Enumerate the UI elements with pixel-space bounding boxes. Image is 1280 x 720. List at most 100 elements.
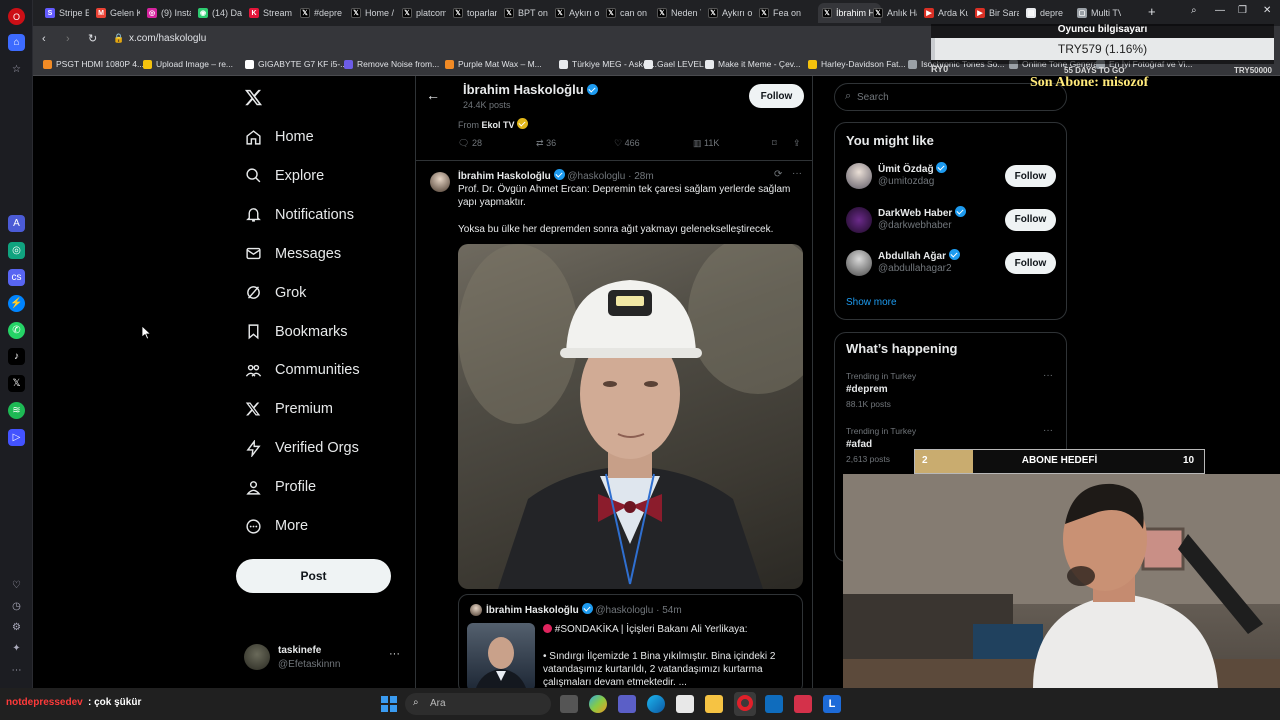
tiktok-icon[interactable]: ♪ [8,348,25,365]
back-arrow-icon[interactable]: ← [426,87,440,103]
aria-icon[interactable]: A [8,215,25,232]
views-button[interactable]: ▥ 11K [693,138,719,149]
follow-button[interactable]: Follow [1005,252,1056,274]
nav-item-notifications[interactable]: Notifications [244,202,354,228]
search-icon[interactable]: ⌕ [1191,5,1197,16]
search-input[interactable]: Search [857,92,889,103]
browser-tab[interactable]: ▢ Multi TV [1073,3,1121,23]
store-icon[interactable] [676,695,694,713]
opera-logo-icon[interactable]: O [8,8,25,25]
bookmark-item[interactable]: GIGABYTE G7 KF i5-... [245,59,347,69]
x-logo-icon[interactable] [244,88,263,107]
restore-icon[interactable]: ❐ [1238,5,1247,16]
heart-icon[interactable]: ♡ [8,577,25,594]
browser-tab[interactable]: ▶ Arda Ku [920,3,968,23]
close-icon[interactable]: ✕ [1263,5,1271,16]
bookmark-item[interactable]: Remove Noise from... [344,59,439,69]
author-avatar[interactable] [430,172,450,192]
back-icon[interactable]: ‹ [42,33,46,45]
browser-tab[interactable]: ◉ (14) Da [194,3,242,23]
browser-tab[interactable]: 𝕏 Aykırı or [704,3,752,23]
more-icon[interactable]: ⋯ [8,662,25,679]
trend-more-icon[interactable]: ··· [1043,425,1053,436]
nav-item-messages[interactable]: Messages [244,241,341,267]
trend-more-icon[interactable]: ··· [1043,370,1053,381]
trend-tag[interactable]: #afad [846,439,872,450]
browser-tab[interactable]: S Stripe E [41,3,89,23]
browser-tab[interactable]: 𝕏 Aykırı or [551,3,599,23]
reply-button[interactable]: 🗨 28 [458,138,482,149]
follow-button[interactable]: Follow [749,84,804,108]
browser-tab[interactable]: K Stream [245,3,293,23]
browser-tab[interactable]: ▶ Bir Sara [971,3,1019,23]
browser-tab[interactable]: 𝕏can on [602,3,650,23]
edge-icon[interactable] [647,695,665,713]
avatar[interactable] [846,206,872,233]
bookmark-item[interactable]: PSGT HDMI 1080P 4... [43,59,144,69]
browser-tab[interactable]: M Gelen K [92,3,140,23]
app-icon[interactable] [794,695,812,713]
follow-button[interactable]: Follow [1005,165,1056,187]
nav-item-grok[interactable]: Grok [244,280,306,306]
history-icon[interactable]: ◷ [8,598,25,615]
new-tab-button[interactable]: + [1148,4,1156,19]
taskbar-search-input[interactable]: Ara [430,698,446,709]
browser-tab[interactable]: 𝕏 Anlık Ha [869,3,917,23]
minimize-icon[interactable]: — [1215,5,1225,16]
browser-tab[interactable]: 𝕏toparlan [449,3,497,23]
nav-item-bookmarks[interactable]: Bookmarks [244,319,348,345]
opera-taskbar-button[interactable] [734,692,756,716]
teams-icon[interactable] [618,695,636,713]
bookmark-item[interactable]: Türkiye MEG - Asker... [559,59,657,69]
whatsapp-icon[interactable]: ✆ [8,322,25,339]
nav-item-verified-orgs[interactable]: Verified Orgs [244,435,359,461]
browser-tab[interactable]: 𝕏 Neden T [653,3,701,23]
account-more-icon[interactable]: ··· [389,648,400,660]
bookmark-item[interactable]: Gael LEVEL [644,59,704,69]
show-more-link[interactable]: Show more [846,297,897,308]
file-explorer-icon[interactable] [705,695,723,713]
star-icon[interactable]: ☆ [8,61,25,78]
lightbulb-icon[interactable]: ✦ [8,640,25,657]
taskbar-search[interactable]: ⌕ Ara [405,693,551,715]
bookmark-item[interactable]: Purple Mat Wax – M... [445,59,542,69]
quoted-post[interactable]: İbrahim Haskoloğlu @haskologlu · 54m #SO… [458,594,803,694]
post-more-icon[interactable]: ··· [792,168,802,179]
forward-icon[interactable]: › [66,33,70,45]
like-button[interactable]: ♡ 466 [614,138,640,149]
windows-start-icon[interactable] [381,696,397,712]
grok-icon[interactable]: ⟳ [774,169,782,180]
nav-item-communities[interactable]: Communities [244,357,360,383]
browser-tab[interactable]: ▤ depre [1022,3,1070,23]
reload-icon[interactable]: ↻ [88,32,97,45]
avatar[interactable] [846,250,872,276]
chatgpt-icon[interactable]: ◎ [8,242,25,259]
browser-tab[interactable]: 𝕏platcom [398,3,446,23]
task-view-icon[interactable] [560,695,578,713]
repost-button[interactable]: ⇄ 36 [536,138,556,149]
post-image[interactable] [458,244,803,589]
spotify-icon[interactable]: ≋ [8,402,25,419]
url-field[interactable]: x.com/haskologlu [129,33,206,44]
trend-tag[interactable]: #deprem [846,384,888,395]
browser-tab[interactable]: 𝕏 Fea on [755,3,803,23]
bookmark-item[interactable]: Make it Meme - Çev... [705,59,801,69]
browser-tab[interactable]: 𝕏 #depre [296,3,344,23]
home-icon[interactable]: ⌂ [8,34,25,51]
account-switcher[interactable]: taskinefe @Efetaskinnn ··· [244,644,409,674]
bookmark-item[interactable]: Harley-Davidson Fat... [808,59,906,69]
outlook-icon[interactable] [765,695,783,713]
x-icon[interactable]: 𝕏 [8,375,25,392]
follow-button[interactable]: Follow [1005,208,1056,231]
copilot-icon[interactable] [589,695,607,713]
browser-tab[interactable]: 𝕏 BPT on [500,3,548,23]
bookmark-button[interactable]: ⌑ [772,138,777,149]
nav-item-explore[interactable]: Explore [244,163,324,189]
lock-icon[interactable]: 🔒 [113,33,124,44]
bookmark-item[interactable]: Upload Image – re... [143,59,233,69]
chatsonic-icon[interactable]: cs [8,269,25,286]
browser-tab[interactable]: 𝕏 Home / [347,3,395,23]
post-button[interactable]: Post [236,559,391,593]
messenger-icon[interactable]: ⚡ [8,295,25,312]
nav-item-more[interactable]: More [244,513,308,539]
